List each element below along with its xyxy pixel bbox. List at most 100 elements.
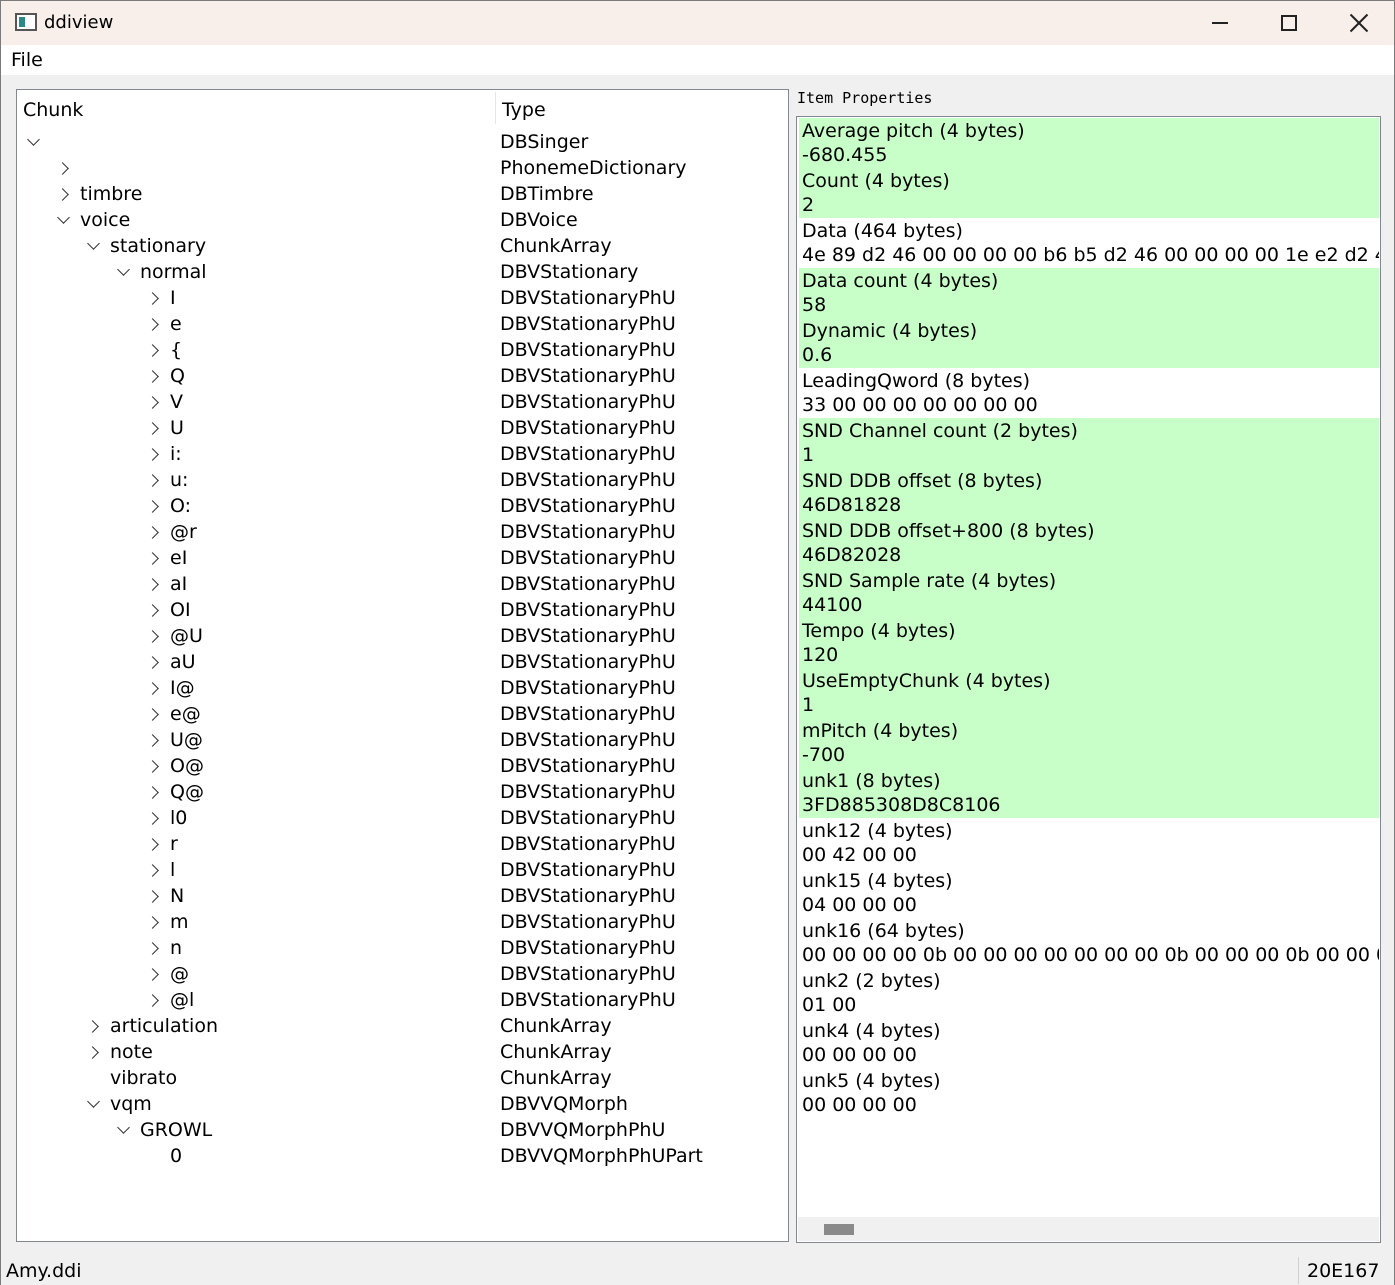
tree-row[interactable]: aI DBVStationaryPhU bbox=[17, 571, 788, 597]
chevron-right-icon[interactable] bbox=[88, 1019, 102, 1033]
chevron-right-icon[interactable] bbox=[148, 915, 162, 929]
property-item[interactable]: Count (4 bytes) 2 bbox=[799, 168, 1379, 218]
property-item[interactable]: mPitch (4 bytes) -700 bbox=[799, 718, 1379, 768]
property-item[interactable]: unk4 (4 bytes) 00 00 00 00 bbox=[799, 1018, 1379, 1068]
tree-row[interactable]: @ DBVStationaryPhU bbox=[17, 961, 788, 987]
chevron-down-icon[interactable] bbox=[117, 265, 131, 279]
property-item[interactable]: LeadingQword (8 bytes) 33 00 00 00 00 00 … bbox=[799, 368, 1379, 418]
chevron-right-icon[interactable] bbox=[58, 161, 72, 175]
chevron-down-icon[interactable] bbox=[27, 135, 41, 149]
tree-row[interactable]: DBSinger bbox=[17, 129, 788, 155]
chevron-right-icon[interactable] bbox=[148, 811, 162, 825]
chevron-right-icon[interactable] bbox=[148, 837, 162, 851]
tree-row[interactable]: normal DBVStationary bbox=[17, 259, 788, 285]
tree-row[interactable]: U DBVStationaryPhU bbox=[17, 415, 788, 441]
maximize-button[interactable] bbox=[1254, 1, 1324, 45]
column-header-chunk[interactable]: Chunk bbox=[23, 99, 83, 121]
tree-row[interactable]: O: DBVStationaryPhU bbox=[17, 493, 788, 519]
tree-row[interactable]: vibrato ChunkArray bbox=[17, 1065, 788, 1091]
chevron-right-icon[interactable] bbox=[148, 941, 162, 955]
item-properties-list[interactable]: Average pitch (4 bytes) -680.455 Count (4 … bbox=[796, 116, 1381, 1243]
tree-row[interactable]: Q DBVStationaryPhU bbox=[17, 363, 788, 389]
chevron-right-icon[interactable] bbox=[148, 499, 162, 513]
column-header-type[interactable]: Type bbox=[502, 99, 546, 121]
tree-row[interactable]: I@ DBVStationaryPhU bbox=[17, 675, 788, 701]
tree-row[interactable]: e@ DBVStationaryPhU bbox=[17, 701, 788, 727]
tree-row[interactable]: voice DBVoice bbox=[17, 207, 788, 233]
menu-file[interactable]: File bbox=[11, 49, 43, 71]
chevron-right-icon[interactable] bbox=[148, 655, 162, 669]
title-bar[interactable]: ddiview bbox=[1, 1, 1394, 45]
chevron-right-icon[interactable] bbox=[58, 187, 72, 201]
tree-row[interactable]: u: DBVStationaryPhU bbox=[17, 467, 788, 493]
tree-row[interactable]: l DBVStationaryPhU bbox=[17, 857, 788, 883]
property-item[interactable]: SND DDB offset (8 bytes) 46D81828 bbox=[799, 468, 1379, 518]
tree-row[interactable]: note ChunkArray bbox=[17, 1039, 788, 1065]
tree-row[interactable]: @l DBVStationaryPhU bbox=[17, 987, 788, 1013]
property-item[interactable]: unk15 (4 bytes) 04 00 00 00 bbox=[799, 868, 1379, 918]
tree-row[interactable]: e DBVStationaryPhU bbox=[17, 311, 788, 337]
tree-row[interactable]: stationary ChunkArray bbox=[17, 233, 788, 259]
chevron-right-icon[interactable] bbox=[148, 343, 162, 357]
chevron-right-icon[interactable] bbox=[148, 629, 162, 643]
property-item[interactable]: Data (464 bytes) 4e 89 d2 46 00 00 00 00 … bbox=[799, 218, 1379, 268]
tree-row[interactable]: Q@ DBVStationaryPhU bbox=[17, 779, 788, 805]
tree-row[interactable]: 0 DBVVQMorphPhUPart bbox=[17, 1143, 788, 1169]
chevron-right-icon[interactable] bbox=[148, 733, 162, 747]
property-item[interactable]: unk5 (4 bytes) 00 00 00 00 bbox=[799, 1068, 1379, 1118]
property-item[interactable]: SND DDB offset+800 (8 bytes) 46D82028 bbox=[799, 518, 1379, 568]
chevron-right-icon[interactable] bbox=[148, 759, 162, 773]
chevron-right-icon[interactable] bbox=[148, 317, 162, 331]
chevron-down-icon[interactable] bbox=[87, 1097, 101, 1111]
tree-row[interactable]: r DBVStationaryPhU bbox=[17, 831, 788, 857]
property-item[interactable]: SND Sample rate (4 bytes) 44100 bbox=[799, 568, 1379, 618]
tree-row[interactable]: OI DBVStationaryPhU bbox=[17, 597, 788, 623]
tree-row[interactable]: I DBVStationaryPhU bbox=[17, 285, 788, 311]
tree-row[interactable]: l0 DBVStationaryPhU bbox=[17, 805, 788, 831]
chevron-right-icon[interactable] bbox=[148, 473, 162, 487]
scrollbar-thumb[interactable] bbox=[824, 1224, 854, 1235]
chevron-right-icon[interactable] bbox=[148, 395, 162, 409]
property-item[interactable]: Data count (4 bytes) 58 bbox=[799, 268, 1379, 318]
tree-row[interactable]: i: DBVStationaryPhU bbox=[17, 441, 788, 467]
tree-row[interactable]: @U DBVStationaryPhU bbox=[17, 623, 788, 649]
tree-row[interactable]: O@ DBVStationaryPhU bbox=[17, 753, 788, 779]
header-divider[interactable] bbox=[495, 92, 496, 124]
property-item[interactable]: Average pitch (4 bytes) -680.455 bbox=[799, 118, 1379, 168]
property-item[interactable]: unk16 (64 bytes) 00 00 00 00 0b 00 00 00 … bbox=[799, 918, 1379, 968]
chevron-right-icon[interactable] bbox=[148, 993, 162, 1007]
chevron-right-icon[interactable] bbox=[148, 369, 162, 383]
tree-row[interactable]: N DBVStationaryPhU bbox=[17, 883, 788, 909]
tree-row[interactable]: @r DBVStationaryPhU bbox=[17, 519, 788, 545]
tree-row[interactable]: PhonemeDictionary bbox=[17, 155, 788, 181]
chevron-right-icon[interactable] bbox=[148, 785, 162, 799]
chevron-right-icon[interactable] bbox=[148, 577, 162, 591]
chevron-down-icon[interactable] bbox=[57, 213, 71, 227]
chevron-right-icon[interactable] bbox=[148, 707, 162, 721]
tree-row[interactable]: m DBVStationaryPhU bbox=[17, 909, 788, 935]
tree-row[interactable]: articulation ChunkArray bbox=[17, 1013, 788, 1039]
chevron-right-icon[interactable] bbox=[148, 525, 162, 539]
minimize-button[interactable] bbox=[1185, 1, 1255, 45]
tree-row[interactable]: {DBVStationaryPhU bbox=[17, 337, 788, 363]
property-item[interactable]: Tempo (4 bytes) 120 bbox=[799, 618, 1379, 668]
tree-row[interactable]: V DBVStationaryPhU bbox=[17, 389, 788, 415]
tree-row[interactable]: eI DBVStationaryPhU bbox=[17, 545, 788, 571]
chevron-right-icon[interactable] bbox=[148, 291, 162, 305]
property-item[interactable]: UseEmptyChunk (4 bytes) 1 bbox=[799, 668, 1379, 718]
property-item[interactable]: unk12 (4 bytes) 00 42 00 00 bbox=[799, 818, 1379, 868]
chevron-right-icon[interactable] bbox=[88, 1045, 102, 1059]
tree-row[interactable]: U@ DBVStationaryPhU bbox=[17, 727, 788, 753]
chevron-down-icon[interactable] bbox=[117, 1123, 131, 1137]
property-item[interactable]: Dynamic (4 bytes) 0.6 bbox=[799, 318, 1379, 368]
chevron-right-icon[interactable] bbox=[148, 551, 162, 565]
property-item[interactable]: unk1 (8 bytes) 3FD885308D8C8106 bbox=[799, 768, 1379, 818]
chevron-right-icon[interactable] bbox=[148, 447, 162, 461]
chevron-right-icon[interactable] bbox=[148, 421, 162, 435]
chevron-right-icon[interactable] bbox=[148, 603, 162, 617]
tree-row[interactable]: vqm DBVVQMorph bbox=[17, 1091, 788, 1117]
tree-row[interactable]: GROWL DBVVQMorphPhU bbox=[17, 1117, 788, 1143]
chevron-right-icon[interactable] bbox=[148, 967, 162, 981]
chunk-tree[interactable]: Chunk Type DBSinger PhonemeDictionary timb… bbox=[16, 89, 789, 1242]
chevron-right-icon[interactable] bbox=[148, 681, 162, 695]
